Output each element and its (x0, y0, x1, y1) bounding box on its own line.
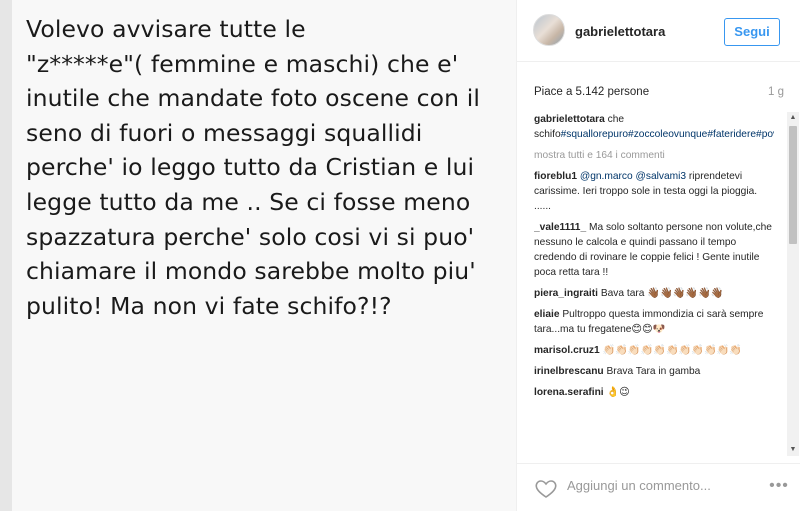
comment-mentions[interactable]: @gn.marco @salvami3 (580, 171, 686, 182)
comment-text: 👌😉 (606, 387, 630, 398)
show-all-comments-link[interactable]: mostra tutti e 164 i commenti (534, 148, 774, 163)
caption-username[interactable]: gabrielettotara (534, 114, 605, 125)
list-item: piera_ingraiti Bava tara 👋🏾👋🏾👋🏾👋🏾👋🏾👋🏾 (534, 286, 774, 301)
comment-username[interactable]: irinelbrescanu (534, 366, 604, 377)
scroll-up-arrow-icon[interactable]: ▲ (787, 112, 799, 124)
follow-button[interactable]: Segui (724, 18, 780, 46)
comments-scrollbar[interactable]: ▲ ▼ (787, 112, 799, 456)
header-username[interactable]: gabrielettotara (575, 24, 665, 39)
left-edge (0, 0, 12, 511)
comment-username[interactable]: fioreblu1 (534, 171, 577, 182)
post-photo[interactable]: Volevo avvisare tutte le "z*****e"( femm… (12, 0, 516, 511)
scrollbar-thumb[interactable] (789, 126, 797, 244)
comment-username[interactable]: marisol.cruz1 (534, 345, 600, 356)
list-item: eliaie Pultroppo questa immondizia ci sa… (534, 307, 774, 337)
post-header: gabrielettotara Segui (517, 0, 800, 62)
post-footer: ••• (517, 463, 800, 511)
comment-text: Bava tara 👋🏾👋🏾👋🏾👋🏾👋🏾👋🏾 (600, 288, 724, 299)
list-item: fioreblu1 @gn.marco @salvami3 riprendete… (534, 169, 774, 214)
comment-text: Brava Tara in gamba (606, 366, 701, 377)
avatar[interactable] (533, 14, 565, 46)
list-item: irinelbrescanu Brava Tara in gamba (534, 364, 774, 379)
post-image-text: Volevo avvisare tutte le "z*****e"( femm… (26, 15, 480, 320)
caption: gabrielettotara che schifo#squallorepuro… (534, 112, 774, 142)
comment-text: Pultroppo questa immondizia ci sarà semp… (534, 309, 764, 335)
likes-count[interactable]: Piace a 5.142 persone (534, 86, 649, 98)
comment-input[interactable] (567, 478, 757, 493)
heart-icon[interactable] (534, 476, 558, 500)
caption-hashtags[interactable]: #squallorepuro#zoccoleovunque#fateridere… (561, 129, 774, 140)
list-item: lorena.serafini 👌😉 (534, 385, 774, 400)
comment-username[interactable]: lorena.serafini (534, 387, 604, 398)
comment-username[interactable]: piera_ingraiti (534, 288, 598, 299)
more-options-icon[interactable]: ••• (767, 474, 791, 498)
post-time[interactable]: 1 g (768, 86, 784, 98)
comment-text: 👏🏻👏🏻👏🏻👏🏻👏🏻👏🏻👏🏻👏🏻👏🏻👏🏻👏🏻 (602, 345, 743, 356)
comments-list: gabrielettotara che schifo#squallorepuro… (534, 112, 774, 456)
likes-row: Piace a 5.142 persone 1 g (534, 86, 784, 104)
scroll-down-arrow-icon[interactable]: ▼ (787, 444, 799, 456)
post-side-panel: gabrielettotara Segui Piace a 5.142 pers… (516, 0, 800, 511)
list-item: marisol.cruz1 👏🏻👏🏻👏🏻👏🏻👏🏻👏🏻👏🏻👏🏻👏🏻👏🏻👏🏻 (534, 343, 774, 358)
comment-username[interactable]: eliaie (534, 309, 560, 320)
list-item: _vale1111_ Ma solo soltanto persone non … (534, 220, 774, 280)
comment-username[interactable]: _vale1111_ (534, 222, 586, 233)
